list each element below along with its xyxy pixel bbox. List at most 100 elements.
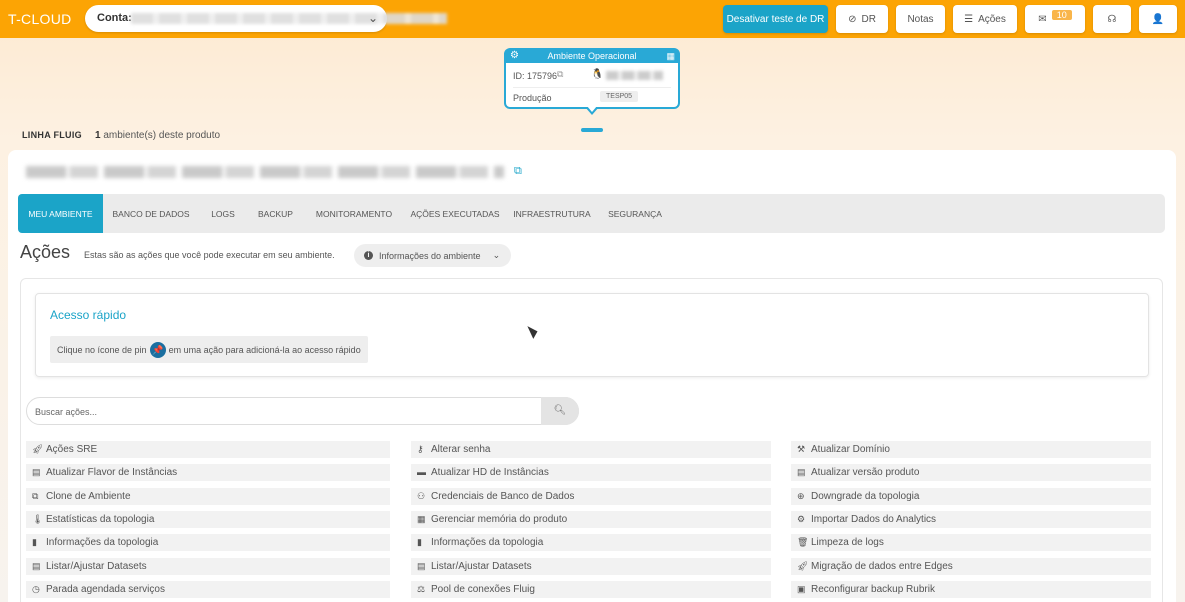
chevron-down-icon: ⌄ — [492, 250, 501, 260]
action-item[interactable]: ⚖ Pool de conexões Fluig — [411, 580, 771, 598]
action-item[interactable]: ⧉ Clone de Ambiente — [26, 487, 390, 505]
rocket-icon: 🚀︎ — [797, 560, 809, 571]
search-bar: 🔍︎ — [26, 397, 579, 425]
environment-card[interactable]: ⚙ Ambiente Operacional ▦ ID: 175796 ⧉ 🐧 … — [504, 48, 680, 109]
account-selector[interactable]: Conta: ⌄ — [85, 5, 447, 32]
card-pointer-inner — [587, 106, 597, 112]
actions-label: Ações — [978, 13, 1006, 25]
quick-access-title: Acesso rápido — [50, 308, 127, 322]
action-item[interactable]: ▮ Informações da topologia — [411, 534, 771, 552]
tab-meu-ambiente[interactable]: MEU AMBIENTE — [18, 194, 103, 233]
action-item[interactable]: ▤ Listar/Ajustar Datasets — [26, 557, 390, 575]
list-icon: ▤ — [32, 560, 41, 571]
environment-type: Produção — [513, 93, 552, 103]
support-button[interactable]: ☊ — [1093, 5, 1131, 33]
main-panel: ⧉ MEU AMBIENTE BANCO DE DADOS LOGS BACKU… — [8, 150, 1176, 602]
tab-monitoramento[interactable]: MONITORAMENTO — [310, 194, 398, 233]
notes-label: Notas — [907, 13, 934, 25]
action-item[interactable]: ▤ Atualizar Flavor de Instâncias — [26, 464, 390, 482]
clone-icon: ⧉ — [32, 490, 39, 501]
quick-access-box: Acesso rápido Clique no ícone de pin 📌 e… — [35, 293, 1149, 377]
action-label: Importar Dados do Analytics — [811, 513, 937, 525]
book-icon: ▮ — [32, 537, 37, 548]
page-subtitle: Estas são as ações que você pode executa… — [84, 250, 335, 260]
book-icon: ▮ — [417, 537, 422, 548]
user-icon: 👤 — [1151, 13, 1165, 25]
dr-test-label: Desativar teste de DR — [726, 13, 825, 25]
action-item[interactable]: 🗑︎ Limpeza de logs — [791, 534, 1151, 552]
tab-infraestrutura[interactable]: INFRAESTRUTURA — [512, 194, 592, 233]
action-label: Downgrade da topologia — [811, 490, 920, 502]
quick-hint-after: em uma ação para adicioná-la ao acesso r… — [168, 344, 361, 355]
tab-banco-de-dados[interactable]: BANCO DE DADOS — [110, 194, 192, 233]
gear-icon[interactable]: ⚙ — [510, 50, 519, 62]
action-label: Parada agendada serviços — [46, 583, 165, 595]
action-label: Gerenciar memória do produto — [431, 513, 568, 525]
trash-icon: 🗑︎ — [797, 537, 809, 548]
action-item[interactable]: ▣ Reconfigurar backup Rubrik — [791, 580, 1151, 598]
action-item[interactable]: 🌡︎ Estatísticas da topologia — [26, 510, 390, 528]
environment-count: 1 ambiente(s) deste produto — [95, 130, 220, 141]
action-item[interactable]: 🚀︎ Migração de dados entre Edges — [791, 557, 1151, 575]
calendar-icon[interactable]: ▦ — [666, 50, 675, 62]
copy-icon[interactable]: ⧉ — [557, 69, 563, 80]
action-item[interactable]: ▦ Gerenciar memória do produto — [411, 510, 771, 528]
environment-card-title: Ambiente Operacional — [547, 51, 637, 61]
action-label: Pool de conexões Fluig — [431, 583, 535, 595]
action-item[interactable]: 🚀︎ Ações SRE — [26, 441, 390, 458]
info-icon: i — [364, 251, 373, 260]
dr-button[interactable]: ⊘ DR — [836, 5, 888, 33]
notes-button[interactable]: Notas — [896, 5, 945, 33]
tab-seguranca[interactable]: SEGURANÇA — [604, 194, 666, 233]
tab-backup[interactable]: BACKUP — [253, 194, 298, 233]
environment-tag: TESP05 — [600, 91, 639, 102]
action-label: Alterar senha — [431, 444, 491, 455]
action-label: Informações da topologia — [431, 537, 544, 549]
linux-icon: 🐧 — [591, 69, 604, 80]
action-item[interactable]: ⚷ Alterar senha — [411, 441, 771, 458]
environment-info-button[interactable]: i Informações do ambiente ⌄ — [354, 244, 511, 267]
action-label: Listar/Ajustar Datasets — [46, 560, 147, 572]
page-title: Ações — [20, 242, 71, 262]
actions-container: Acesso rápido Clique no ícone de pin 📌 e… — [20, 278, 1163, 602]
tab-bar: MEU AMBIENTE BANCO DE DADOS LOGS BACKUP … — [18, 194, 1165, 233]
environment-id: ID: 175796 — [513, 71, 558, 81]
environment-title-redacted — [26, 166, 504, 178]
action-item[interactable]: ◷ Parada agendada serviços — [26, 580, 390, 598]
disable-dr-test-button[interactable]: Desativar teste de DR — [723, 5, 828, 33]
action-item[interactable]: ⚇ Credenciais de Banco de Dados — [411, 487, 771, 505]
top-bar: T-CLOUD Conta: ⌄ Desativar teste de DR ⊘… — [0, 0, 1185, 38]
action-item[interactable]: ▮ Informações da topologia — [26, 534, 390, 552]
gears-icon: ⚙ — [797, 513, 806, 524]
environment-card-header: ⚙ Ambiente Operacional ▦ — [506, 50, 678, 63]
app-logo[interactable]: T-CLOUD — [8, 11, 72, 27]
tab-logs[interactable]: LOGS — [204, 194, 242, 233]
search-input[interactable] — [35, 404, 525, 419]
search-button[interactable]: 🔍︎ — [541, 397, 579, 425]
save-icon: ▣ — [797, 583, 806, 594]
action-item[interactable]: ⚙ Importar Dados do Analytics — [791, 510, 1151, 528]
server-icon: ▤ — [32, 467, 41, 478]
action-item[interactable]: ▤ Atualizar versão produto — [791, 464, 1151, 482]
rocket-icon: 🚀︎ — [32, 444, 44, 454]
action-label: Clone de Ambiente — [46, 490, 131, 502]
hdd-icon: ▬ — [417, 467, 426, 478]
action-label: Migração de dados entre Edges — [811, 560, 953, 572]
copy-icon[interactable]: ⧉ — [514, 165, 522, 178]
action-item[interactable]: ⚒ Atualizar Domínio — [791, 441, 1151, 458]
quick-access-hint: Clique no ícone de pin 📌 em uma ação par… — [50, 336, 368, 363]
action-item[interactable]: ▬ Atualizar HD de Instâncias — [411, 464, 771, 482]
action-label: Atualizar Flavor de Instâncias — [46, 467, 178, 479]
tab-acoes-executadas[interactable]: AÇÕES EXECUTADAS — [409, 194, 501, 233]
action-item[interactable]: ▤ Listar/Ajustar Datasets — [411, 557, 771, 575]
envelope-icon: ✉ — [1038, 13, 1047, 25]
environment-count-number: 1 — [95, 130, 101, 141]
action-item[interactable]: ⊕ Downgrade da topologia — [791, 487, 1151, 505]
actions-button[interactable]: ☰ Ações — [953, 5, 1017, 33]
network-icon: ⚖ — [417, 583, 426, 594]
messages-button[interactable]: ✉ 10 — [1025, 5, 1085, 33]
carousel-indicator[interactable] — [581, 128, 603, 132]
memory-icon: ▦ — [417, 513, 426, 524]
divider — [513, 87, 671, 88]
user-menu-button[interactable]: 👤 — [1139, 5, 1177, 33]
